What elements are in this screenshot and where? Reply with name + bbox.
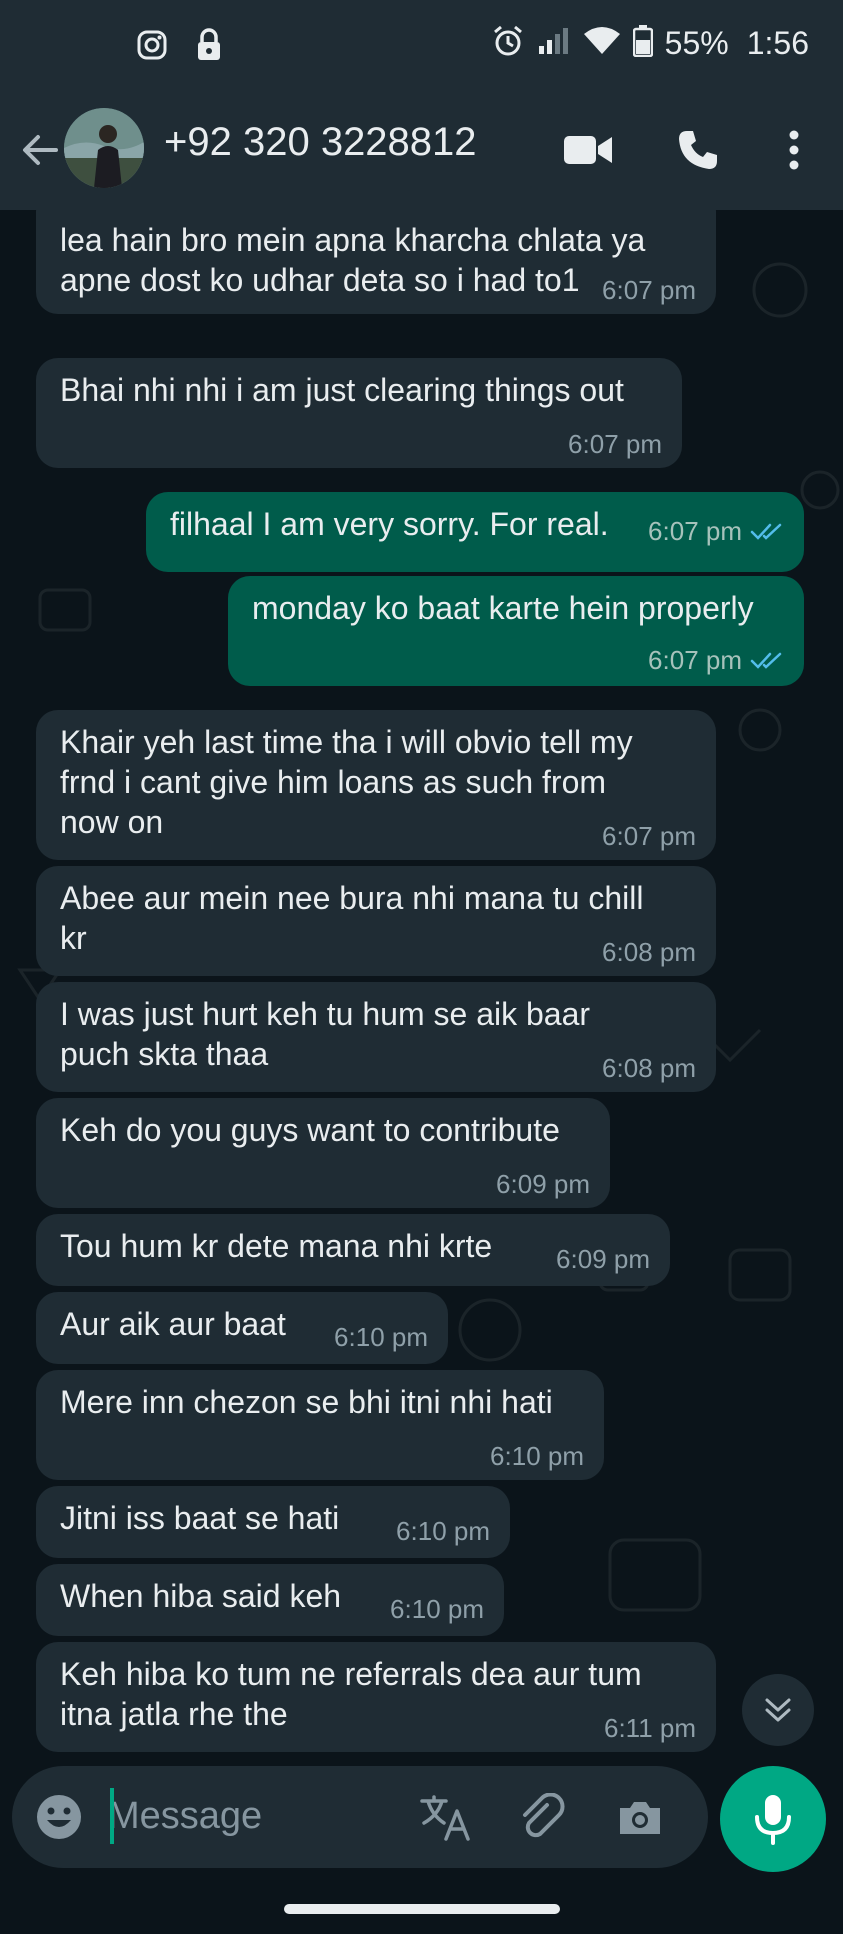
message-time: 6:10 pm [390,1594,484,1624]
message-bubble-incoming[interactable]: Keh do you guys want to contribute 6:09 … [36,1098,610,1208]
voice-message-button[interactable] [720,1766,826,1872]
text-cursor [110,1788,114,1844]
read-receipt-icon [750,647,784,678]
message-bubble-incoming[interactable]: Jitni iss baat se hati 6:10 pm [36,1486,510,1558]
message-bubble-incoming[interactable]: Abee aur mein nee bura nhi mana tu chill… [36,866,716,976]
message-bubble-outgoing[interactable]: monday ko baat karte hein properly 6:07 … [228,576,804,686]
message-text: Bhai nhi nhi i am just clearing things o… [60,372,624,408]
mic-icon [755,1795,791,1845]
message-bubble-outgoing[interactable]: filhaal I am very sorry. For real. 6:07 … [146,492,804,572]
signal-icon [537,26,571,61]
wifi-icon [583,26,621,61]
message-bubble-incoming[interactable]: Tou hum kr dete mana nhi krte 6:09 pm [36,1214,670,1286]
message-bubble-incoming[interactable]: Bhai nhi nhi i am just clearing things o… [36,358,682,468]
message-time: 6:07 pm [648,516,742,546]
message-bubble-incoming[interactable]: I was just hurt keh tu hum se aik baar p… [36,982,716,1092]
message-text: Jitni iss baat se hati [60,1500,340,1536]
message-time: 6:07 pm [648,645,742,676]
contact-name[interactable]: +92 320 3228812 [164,120,477,165]
message-input[interactable] [108,1786,398,1846]
camera-button[interactable] [612,1790,668,1846]
message-text: Mere inn chezon se bhi itni nhi hati [60,1384,553,1420]
message-bubble-incoming[interactable]: Mere inn chezon se bhi itni nhi hati 6:1… [36,1370,604,1480]
emoji-button[interactable] [34,1792,84,1842]
double-chevron-down-icon [765,1698,791,1722]
alarm-icon [491,24,525,63]
attach-icon [523,1793,565,1838]
message-time: 6:08 pm [602,1053,696,1083]
message-time: 6:10 pm [334,1322,428,1352]
message-time: 6:11 pm [603,1713,696,1743]
message-time: 6:09 pm [496,1169,590,1199]
more-options-button[interactable] [766,122,822,178]
message-text: I was just hurt keh tu hum se aik baar p… [60,996,591,1072]
message-bubble-incoming[interactable]: When hiba said keh 6:10 pm [36,1564,504,1636]
message-text: Abee aur mein nee bura nhi mana tu chill… [60,880,644,956]
instagram-icon [136,29,168,66]
clock: 1:56 [746,25,809,61]
back-button[interactable] [16,126,64,174]
emoji-icon [37,1795,81,1839]
message-text: When hiba said keh [60,1578,342,1614]
message-text: Khair yeh last time tha i will obvio tel… [60,724,633,840]
message-time: 6:10 pm [490,1441,584,1471]
message-time: 6:09 pm [556,1244,650,1274]
video-call-icon [564,136,612,164]
translate-button[interactable] [418,1790,474,1846]
message-text: Keh do you guys want to contribute [60,1112,560,1148]
more-vert-icon [789,130,799,170]
phone-icon [679,131,717,169]
avatar[interactable] [64,108,144,188]
lock-icon [196,28,222,67]
message-time: 6:07 pm [602,275,696,305]
message-bubble-incoming[interactable]: Khair yeh last time tha i will obvio tel… [36,710,716,860]
video-call-button[interactable] [560,122,616,178]
home-indicator[interactable] [284,1904,560,1914]
message-text: lea hain bro mein apna kharcha chlata ya… [60,222,646,298]
battery-percent: 55% [664,25,729,61]
message-text: Tou hum kr dete mana nhi krte [60,1228,493,1264]
message-text: monday ko baat karte hein properly [252,590,754,626]
chat-area[interactable]: lea hain bro mein apna kharcha chlata ya… [0,210,843,1756]
message-time: 6:08 pm [602,937,696,967]
message-time: 6:07 pm [602,821,696,851]
status-bar: 55% 1:56 [0,0,843,96]
message-text: Keh hiba ko tum ne referrals dea aur tum… [60,1656,642,1732]
chat-header: +92 320 3228812 [0,96,843,210]
message-bubble-incoming[interactable]: Aur aik aur baat 6:10 pm [36,1292,448,1364]
back-arrow-icon [23,135,58,165]
message-composer [12,1766,708,1868]
attach-button[interactable] [514,1790,570,1846]
message-time: 6:10 pm [396,1516,490,1546]
message-bubble-incoming[interactable]: lea hain bro mein apna kharcha chlata ya… [36,210,716,314]
read-receipt-icon [750,518,784,549]
scroll-to-bottom-button[interactable] [742,1674,814,1746]
message-text: filhaal I am very sorry. For real. [170,506,609,542]
message-text: Aur aik aur baat [60,1306,286,1342]
translate-icon [420,1795,470,1841]
camera-icon [620,1802,660,1834]
message-bubble-incoming[interactable]: Keh hiba ko tum ne referrals dea aur tum… [36,1642,716,1752]
message-time: 6:07 pm [568,429,662,459]
battery-icon [632,25,653,62]
voice-call-button[interactable] [670,122,726,178]
